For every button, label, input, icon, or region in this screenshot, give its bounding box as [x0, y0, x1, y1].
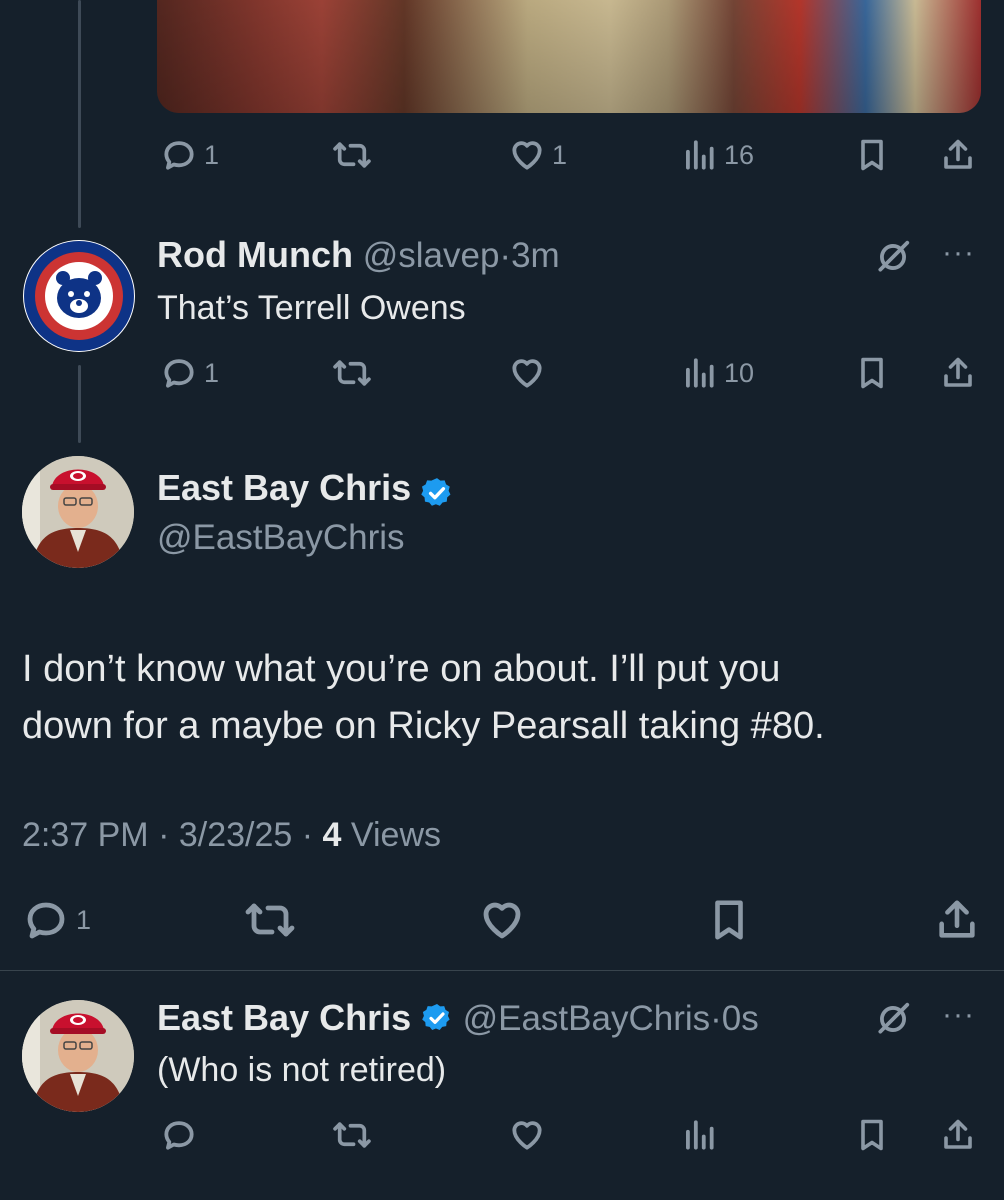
views-count: 10: [724, 357, 755, 388]
tweet-header: Rod Munch @slavep·3m: [157, 234, 560, 276]
separator: ·: [710, 999, 722, 1038]
like-button[interactable]: [508, 1116, 546, 1154]
tweet-text-line: down for a maybe on Ricky Pearsall takin…: [22, 705, 825, 747]
bookmark-icon: [715, 900, 743, 940]
heart-icon: [512, 359, 542, 388]
bookmark-button[interactable]: [706, 896, 752, 944]
bookmark-icon: [861, 357, 883, 389]
reply-count: 1: [204, 139, 220, 170]
tweet-actions: 1 1 16: [160, 136, 980, 176]
date[interactable]: 3/23/25: [179, 816, 292, 854]
tweet-text: That’s Terrell Owens: [157, 289, 466, 327]
reply-button[interactable]: 1: [160, 136, 219, 174]
reply-button[interactable]: 1: [22, 896, 91, 944]
reply-button[interactable]: [160, 1116, 198, 1154]
handle[interactable]: @slavep: [363, 236, 500, 275]
views-button[interactable]: 16: [680, 136, 754, 174]
share-button[interactable]: [940, 136, 976, 174]
verified-badge-icon: [422, 1003, 450, 1030]
reply-count: 1: [76, 904, 92, 935]
tweet-header: East Bay Chris: [157, 467, 454, 510]
tweet-header: East Bay Chris @EastBayChris·0s: [157, 997, 759, 1039]
tweet-meta: 2:37 PM · 3/23/25 · 4 Views: [22, 816, 441, 855]
heart-icon: [483, 902, 521, 939]
like-button[interactable]: [508, 354, 546, 392]
like-count: 1: [552, 139, 568, 170]
reply-icon: [164, 141, 194, 170]
avatar[interactable]: [22, 1000, 134, 1112]
display-name[interactable]: Rod Munch: [157, 234, 353, 275]
views-button[interactable]: [680, 1116, 718, 1154]
tweet-text: I don’t know what you’re on about. I’ll …: [22, 641, 825, 755]
grok-icon[interactable]: [874, 238, 912, 281]
share-button[interactable]: [940, 354, 976, 392]
timestamp[interactable]: 3m: [511, 236, 560, 275]
thread-line: [78, 0, 81, 228]
retweet-button[interactable]: [244, 896, 296, 944]
views-count: 16: [724, 139, 755, 170]
bookmark-icon: [861, 1119, 883, 1151]
handle[interactable]: @EastBayChris: [463, 999, 711, 1038]
views-count: 4: [322, 816, 342, 854]
display-name[interactable]: East Bay Chris: [157, 997, 411, 1038]
profile-photo: [22, 456, 134, 568]
display-name[interactable]: East Bay Chris: [157, 467, 411, 508]
reply-icon: [27, 902, 65, 939]
reply-icon: [164, 1121, 194, 1150]
views-button[interactable]: 10: [680, 354, 754, 392]
heart-icon: [512, 141, 542, 170]
reply-count: 1: [204, 357, 220, 388]
share-button[interactable]: [940, 1116, 976, 1154]
separator: ·: [499, 236, 512, 275]
grok-icon[interactable]: [874, 1000, 912, 1043]
share-icon: [944, 1119, 972, 1149]
more-icon[interactable]: ···: [942, 236, 975, 270]
separator: ·: [158, 816, 170, 854]
avatar[interactable]: [22, 456, 134, 568]
bookmark-button[interactable]: [854, 136, 890, 174]
like-button[interactable]: [478, 896, 526, 944]
thread-line: [78, 365, 81, 443]
share-icon: [944, 357, 972, 387]
retweet-button[interactable]: [332, 1116, 372, 1154]
retweet-icon: [333, 1122, 371, 1148]
retweet-icon: [245, 903, 295, 937]
share-icon: [944, 139, 972, 169]
handle[interactable]: @EastBayChris: [157, 518, 405, 558]
like-button[interactable]: 1: [508, 136, 567, 174]
timestamp[interactable]: 2:37 PM: [22, 816, 149, 854]
verified-badge-icon: [420, 477, 451, 506]
views-label[interactable]: Views: [351, 816, 441, 854]
analytics-icon: [686, 358, 714, 388]
tweet-media-image[interactable]: [157, 0, 981, 113]
bookmark-button[interactable]: [854, 354, 890, 392]
more-icon[interactable]: ···: [942, 998, 975, 1032]
separator: ·: [301, 816, 314, 854]
tweet-actions: 1: [22, 896, 982, 946]
cubs-bear-logo: [24, 241, 134, 351]
bookmark-button[interactable]: [854, 1116, 890, 1154]
avatar[interactable]: [23, 240, 135, 352]
tweet-actions: 1 10: [160, 354, 980, 394]
share-icon: [939, 900, 975, 938]
share-button[interactable]: [934, 896, 980, 944]
divider: [0, 970, 1004, 971]
analytics-icon: [686, 1120, 714, 1150]
retweet-button[interactable]: [332, 354, 372, 392]
tweet-actions: [160, 1116, 980, 1156]
retweet-icon: [333, 360, 371, 386]
heart-icon: [512, 1121, 542, 1150]
retweet-button[interactable]: [332, 136, 372, 174]
tweet-text-line: I don’t know what you’re on about. I’ll …: [22, 648, 781, 690]
reply-icon: [164, 359, 194, 388]
retweet-icon: [333, 142, 371, 168]
tweet-text: (Who is not retired): [157, 1051, 447, 1089]
profile-photo: [22, 1000, 134, 1112]
reply-button[interactable]: 1: [160, 354, 219, 392]
timestamp[interactable]: 0s: [722, 999, 759, 1038]
analytics-icon: [686, 140, 714, 170]
bookmark-icon: [861, 139, 883, 171]
